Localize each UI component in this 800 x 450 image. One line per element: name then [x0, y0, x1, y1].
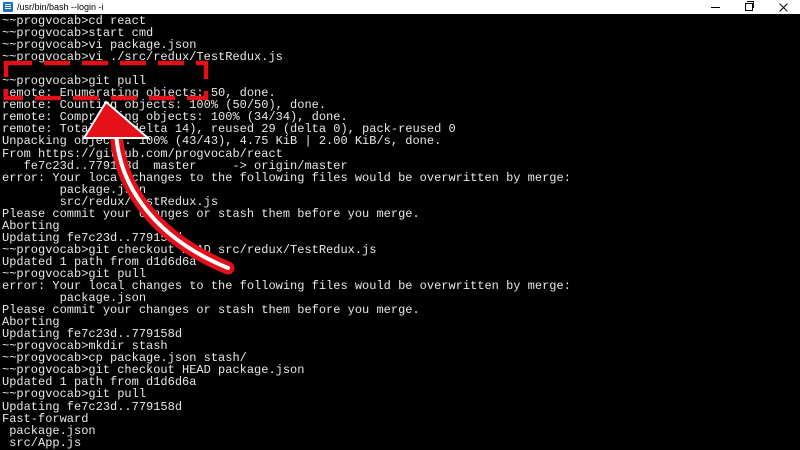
close-button[interactable] — [766, 0, 800, 14]
terminal-line: From https://github.com/progvocab/react — [2, 147, 283, 160]
terminal-line: remote: Counting objects: 100% (50/50), … — [2, 99, 327, 112]
title-bar[interactable]: /usr/bin/bash --login -i — [0, 0, 800, 14]
terminal-line: ~~progvocab>mkdir stash — [2, 340, 168, 353]
terminal-line: Aborting — [2, 316, 60, 329]
terminal-window: /usr/bin/bash --login -i ~~progvocab>cd … — [0, 0, 800, 450]
terminal-line: Fast-forward — [2, 412, 89, 425]
terminal-line: remote: Total 43 (delta 14), reused 29 (… — [2, 123, 456, 136]
terminal-line: ~~progvocab>start cmd — [2, 27, 154, 40]
terminal-line: Please commit your changes or stash them… — [2, 207, 420, 220]
terminal-line: fe7c23d..779158d master -> origin/master — [2, 159, 348, 172]
terminal-line: Unpacking objects: 100% (43/43), 4.75 Ki… — [2, 135, 442, 148]
terminal-line: Updated 1 path from d1d6d6a — [2, 255, 197, 268]
terminal-line: package.json — [2, 424, 96, 437]
terminal-line: ~~progvocab>git checkout HEAD package.js… — [2, 364, 305, 377]
restore-button[interactable] — [732, 0, 766, 14]
terminal-line: ~~progvocab>git pull — [2, 75, 147, 88]
terminal-line: ~~progvocab>git pull — [2, 267, 147, 281]
terminal-line: package.json — [2, 183, 147, 196]
terminal-line: Please commit your changes or stash them… — [2, 304, 420, 317]
terminal-line: Updating fe7c23d..779158d — [2, 328, 183, 341]
restore-icon — [745, 1, 754, 11]
terminal-line: remote: Enumerating objects: 50, done. — [2, 87, 276, 100]
terminal-line: Updating fe7c23d..779158d — [2, 231, 183, 244]
terminal-line: error: Your local changes to the followi… — [2, 171, 571, 184]
terminal-line: ~~progvocab>vi ./src/redux/TestRedux.js — [2, 51, 283, 64]
close-icon — [779, 3, 788, 12]
terminal-output[interactable]: ~~progvocab>cd react ~~progvocab>start cm… — [0, 15, 800, 450]
terminal-line: Updating fe7c23d..779158d — [2, 400, 183, 413]
terminal-line: error: Your local changes to the followi… — [2, 280, 571, 293]
minimize-icon — [710, 6, 720, 8]
terminal-line: src/App.js — [2, 436, 82, 449]
terminal-line: ~~progvocab>cd react — [2, 15, 147, 28]
window-title: /usr/bin/bash --login -i — [17, 2, 104, 12]
terminal-line: Aborting — [2, 219, 60, 232]
terminal-line: ~~progvocab>vi package.json — [2, 39, 197, 52]
terminal-line: package.json — [2, 292, 147, 305]
window-controls — [698, 0, 800, 14]
terminal-line: Updated 1 path from d1d6d6a — [2, 376, 197, 389]
terminal-line: ~~progvocab>git checkout HEAD src/redux/… — [2, 243, 377, 256]
terminal-line: ~~progvocab>git pull — [2, 388, 147, 401]
terminal-line: remote: Compressing objects: 100% (34/34… — [2, 111, 348, 124]
minimize-button[interactable] — [698, 0, 732, 14]
terminal-line: ~~progvocab>cp package.json stash/ — [2, 352, 247, 365]
terminal-app-icon — [3, 2, 13, 12]
terminal-line: src/redux/TestRedux.js — [2, 195, 219, 208]
